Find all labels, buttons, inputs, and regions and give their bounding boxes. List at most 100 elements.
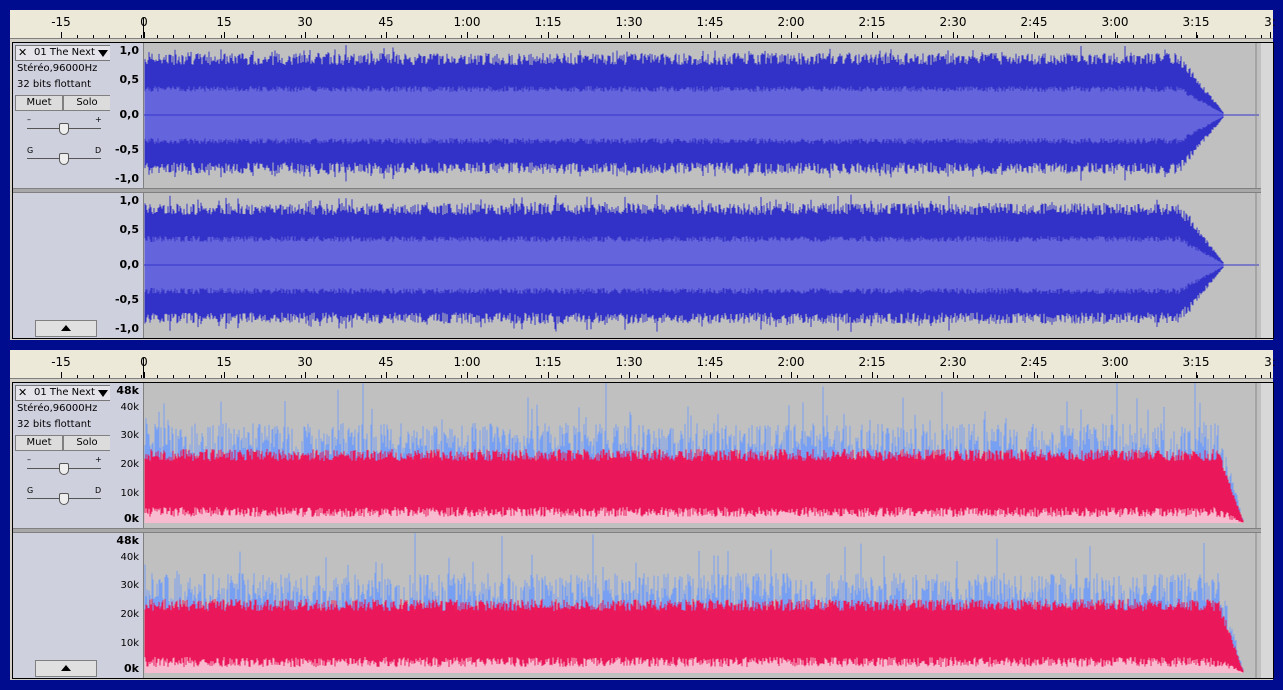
ruler-minor-tick [157, 35, 158, 38]
gain-plus-label: + [95, 455, 102, 464]
ruler-minor-tick [1245, 375, 1246, 378]
ruler-minor-tick [397, 375, 398, 378]
ruler-minor-tick [1069, 375, 1070, 378]
scale-label: -0,5 [114, 293, 139, 306]
ruler-minor-tick [1005, 35, 1006, 38]
ruler-tick [467, 372, 468, 378]
scale-label: 40k [120, 402, 139, 413]
ruler-minor-tick [461, 375, 462, 378]
track-edge [1261, 383, 1273, 678]
track-name-menu[interactable]: ✕ 01 The Next [15, 385, 112, 401]
ruler-minor-tick [605, 35, 606, 38]
ruler-minor-tick [317, 35, 318, 38]
amplitude-scale-right: 1,0 0,5 0,0 -0,5 -1,0 [110, 193, 144, 338]
ruler-minor-tick [493, 375, 494, 378]
ruler-minor-tick [909, 35, 910, 38]
playhead-marker[interactable] [143, 358, 144, 378]
ruler-minor-tick [1053, 375, 1054, 378]
track-format: Stéréo,96000Hz [17, 403, 98, 414]
waveform-channel-left[interactable] [144, 43, 1259, 188]
ruler-tick-label: 1:45 [696, 15, 724, 29]
ruler-tick-label: 30 [297, 355, 313, 369]
track-name-menu[interactable]: ✕ 01 The Next [15, 45, 112, 61]
ruler-minor-tick [797, 375, 798, 378]
waveform-channel-right[interactable] [144, 193, 1259, 338]
ruler-minor-tick [1133, 375, 1134, 378]
amplitude-scale-left: 1,0 0,5 0,0 -0,5 -1,0 [110, 43, 144, 188]
ruler-minor-tick [605, 375, 606, 378]
collapse-track-button[interactable] [35, 320, 97, 337]
ruler-minor-tick [957, 375, 958, 378]
solo-button[interactable]: Solo [63, 95, 111, 111]
playhead-marker[interactable] [143, 18, 144, 38]
ruler-minor-tick [557, 375, 558, 378]
collapse-track-button[interactable] [35, 660, 97, 677]
scale-label: 1,0 [119, 44, 140, 57]
ruler-minor-tick [1261, 375, 1262, 378]
ruler-tick-label: 2:15 [858, 355, 886, 369]
ruler-minor-tick [1037, 375, 1038, 378]
ruler-minor-tick [189, 375, 190, 378]
scale-label: 0k [124, 662, 139, 675]
ruler-minor-tick [205, 35, 206, 38]
ruler-tick-label: 1:15 [534, 355, 562, 369]
chevron-down-icon[interactable] [98, 390, 108, 397]
ruler-minor-tick [365, 375, 366, 378]
spectrogram-channel-left[interactable] [144, 383, 1259, 528]
ruler-tick [629, 32, 630, 38]
pan-slider[interactable] [59, 493, 69, 505]
ruler-minor-tick [1181, 375, 1182, 378]
ruler-tick-label: -15 [51, 15, 71, 29]
ruler-minor-tick [637, 375, 638, 378]
ruler-minor-tick [1229, 375, 1230, 378]
ruler-minor-tick [141, 375, 142, 378]
ruler-minor-tick [989, 35, 990, 38]
ruler-minor-tick [477, 375, 478, 378]
ruler-minor-tick [717, 35, 718, 38]
ruler-tick-label: 3:00 [1101, 355, 1129, 369]
ruler-minor-tick [621, 35, 622, 38]
ruler-minor-tick [989, 375, 990, 378]
ruler-minor-tick [925, 35, 926, 38]
track-bit-depth: 32 bits flottant [17, 79, 91, 90]
timeline-ruler[interactable]: -15 0 15 30 45 1:00 1:15 1:30 1:45 2:00 2:15 2:30 2:… [10, 10, 1276, 39]
ruler-minor-tick [1181, 35, 1182, 38]
pan-right-label: D [95, 146, 102, 155]
ruler-minor-tick [1117, 35, 1118, 38]
pan-slider[interactable] [59, 153, 69, 165]
spectrogram-low-band [144, 507, 1244, 523]
timeline-ruler[interactable]: -15 0 15 30 45 1:00 1:15 1:30 1:45 2:00 2:15 2:30 2:… [10, 350, 1276, 379]
ruler-minor-tick [861, 35, 862, 38]
ruler-minor-tick [941, 375, 942, 378]
spectrogram-channel-right[interactable] [144, 533, 1259, 678]
ruler-minor-tick [1053, 35, 1054, 38]
mute-button[interactable]: Muet [15, 435, 63, 451]
gain-slider[interactable] [59, 463, 69, 475]
ruler-tick [953, 372, 954, 378]
ruler-tick-label: 2:00 [777, 15, 805, 29]
scale-label: 30k [120, 580, 139, 591]
ruler-minor-tick [237, 375, 238, 378]
ruler-minor-tick [1229, 35, 1230, 38]
ruler-tick [710, 372, 711, 378]
ruler-tick [1115, 372, 1116, 378]
ruler-minor-tick [1085, 375, 1086, 378]
ruler-tick-label: 2:45 [1020, 355, 1048, 369]
ruler-minor-tick [845, 375, 846, 378]
ruler-minor-tick [589, 375, 590, 378]
ruler-tick [629, 372, 630, 378]
close-icon[interactable]: ✕ [18, 46, 27, 60]
ruler-minor-tick [781, 375, 782, 378]
gain-slider[interactable] [59, 123, 69, 135]
solo-button[interactable]: Solo [63, 435, 111, 451]
ruler-minor-tick [525, 375, 526, 378]
chevron-down-icon[interactable] [98, 50, 108, 57]
ruler-tick [386, 32, 387, 38]
ruler-minor-tick [717, 375, 718, 378]
ruler-minor-tick [157, 375, 158, 378]
mute-button[interactable]: Muet [15, 95, 63, 111]
close-icon[interactable]: ✕ [18, 386, 27, 400]
scale-label: 1,0 [119, 194, 140, 207]
ruler-minor-tick [1037, 35, 1038, 38]
scale-label: 48k [116, 384, 139, 397]
